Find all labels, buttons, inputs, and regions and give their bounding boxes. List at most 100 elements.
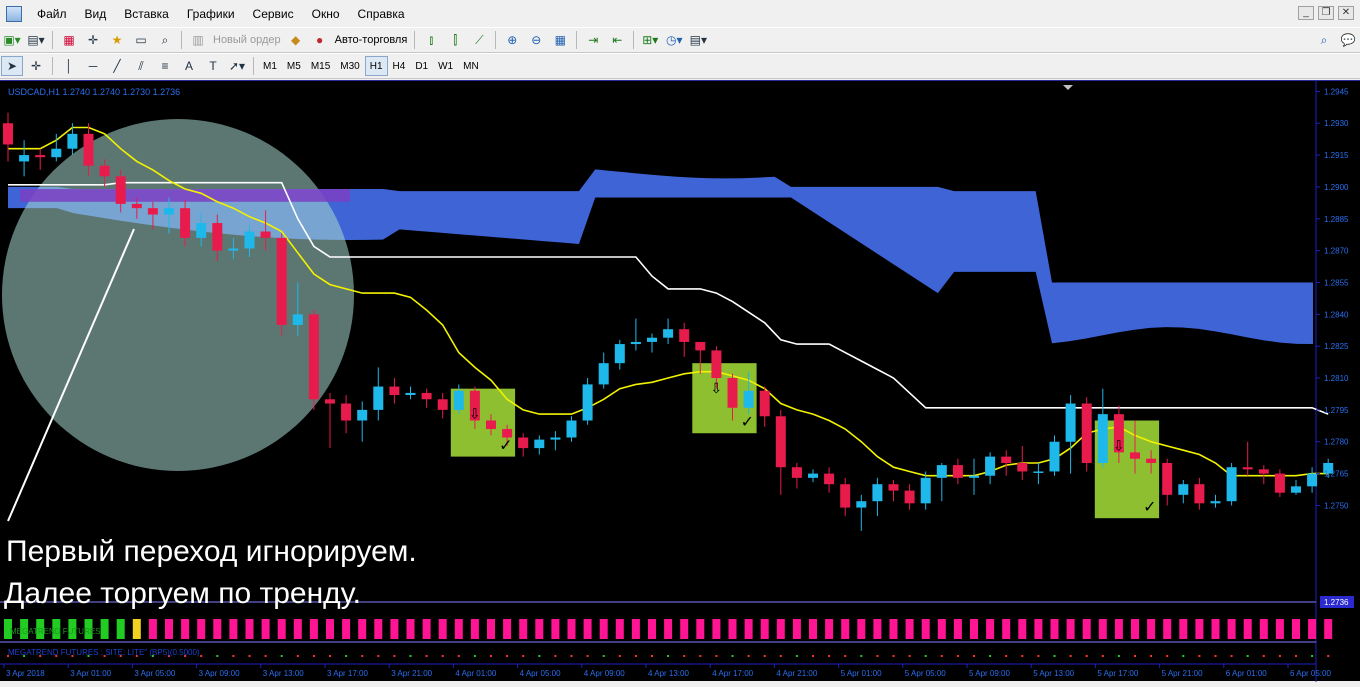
indicator-bar [857, 619, 866, 639]
indicator-dot [522, 655, 525, 657]
candle-body [1017, 462, 1028, 472]
trendline-icon[interactable]: ╱ [106, 56, 128, 76]
time-tick-label: 3 Apr 21:00 [391, 669, 432, 678]
profiles-icon[interactable]: ▤▾ [25, 30, 47, 50]
chart-window[interactable]: ⇩ ✓ ⇩ ✓ ⇩ ✓ 1.2945 1.2930 1.2915 1.2900 1.2885 1.2… [0, 80, 1360, 682]
menu-view[interactable]: Вид [76, 0, 116, 28]
candle-body [663, 329, 674, 338]
time-tick-label: 5 Apr 05:00 [905, 669, 946, 678]
close-icon[interactable]: ✕ [1338, 6, 1354, 20]
candlestick-chart-icon[interactable]: ⫿ [444, 30, 466, 50]
indicator-bar [438, 619, 447, 639]
indicator-bar [1275, 619, 1284, 639]
chart-shift-icon[interactable]: ⇤ [606, 30, 628, 50]
metaeditor-icon[interactable]: ◆ [285, 30, 307, 50]
candle-body [228, 248, 239, 251]
menu-charts[interactable]: Графики [178, 0, 244, 28]
indicator-bar [970, 619, 978, 639]
equidistant-channel-icon[interactable]: ⫽ [130, 56, 152, 76]
market-watch-icon[interactable]: ▦ [58, 30, 80, 50]
time-tick-label: 4 Apr 21:00 [776, 669, 817, 678]
app-icon[interactable] [6, 6, 22, 22]
timeframe-m5[interactable]: M5 [282, 56, 306, 76]
cursor-icon[interactable]: ➤ [1, 56, 23, 76]
timeframe-h1[interactable]: H1 [364, 56, 388, 76]
restore-icon[interactable]: ❐ [1318, 6, 1334, 20]
new-order-button[interactable]: Новый ордер [210, 34, 284, 46]
auto-trading-icon[interactable]: ● [309, 30, 331, 50]
navigator-icon[interactable]: ★ [106, 30, 128, 50]
new-chart-icon[interactable]: ▣▾ [1, 30, 23, 50]
timeframe-d1[interactable]: D1 [410, 56, 433, 76]
indicator-dot [618, 655, 621, 657]
indicator-dot [1214, 655, 1217, 657]
zoom-in-icon[interactable]: ⊕ [501, 30, 523, 50]
indicator-bar [358, 619, 367, 639]
annotation-line-2: Далее торгуем по тренду. [4, 577, 361, 610]
horizontal-line-icon[interactable]: ─ [82, 56, 104, 76]
minimize-icon[interactable]: _ [1298, 6, 1314, 20]
auto-trading-button[interactable]: Авто-торговля [332, 34, 411, 46]
text-label-icon[interactable]: T [202, 56, 224, 76]
candle-body [1226, 467, 1237, 502]
vertical-line-icon[interactable]: │ [58, 56, 80, 76]
new-order-icon[interactable]: ▥ [187, 30, 209, 50]
candle-body [952, 465, 963, 478]
indicator-bar [454, 619, 463, 639]
separator [52, 31, 53, 49]
indicator-bar [551, 619, 560, 639]
menu-window[interactable]: Окно [303, 0, 349, 28]
indicator-bar [905, 619, 914, 639]
time-tick-label: 5 Apr 13:00 [1033, 669, 1074, 678]
price-chart[interactable]: ⇩ ✓ ⇩ ✓ ⇩ ✓ 1.2945 1.2930 1.2915 1.2900 1.2885 1.2… [0, 81, 1360, 682]
indicators-icon[interactable]: ⊞▾ [639, 30, 661, 50]
search-icon[interactable]: ⌕ [1313, 30, 1335, 50]
sell-arrow-icon: ⇩ [1113, 438, 1125, 454]
menu-insert[interactable]: Вставка [115, 0, 178, 28]
data-window-icon[interactable]: ✛ [82, 30, 104, 50]
fibonacci-icon[interactable]: ≡ [154, 56, 176, 76]
timeframe-h4[interactable]: H4 [388, 56, 411, 76]
arrows-icon[interactable]: ➚▾ [226, 56, 248, 76]
candle-body [1242, 467, 1253, 470]
templates-icon[interactable]: ▤▾ [687, 30, 709, 50]
tile-windows-icon[interactable]: ▦ [549, 30, 571, 50]
indicator-bar [873, 619, 882, 639]
text-icon[interactable]: A [178, 56, 200, 76]
separator [253, 57, 254, 75]
bar-chart-icon[interactable]: ⫾ [420, 30, 442, 50]
checkmark-icon: ✓ [499, 438, 512, 455]
indicator-bar [1163, 619, 1172, 639]
crosshair-icon[interactable]: ✛ [25, 56, 47, 76]
indicator-bar [261, 619, 270, 639]
strategy-tester-icon[interactable]: ⌕ [154, 30, 176, 50]
auto-scroll-icon[interactable]: ⇥ [582, 30, 604, 50]
timeframe-m15[interactable]: M15 [306, 56, 335, 76]
zoom-out-icon[interactable]: ⊖ [525, 30, 547, 50]
time-tick-label: 3 Apr 05:00 [134, 669, 175, 678]
periods-icon[interactable]: ◷▾ [663, 30, 685, 50]
terminal-icon[interactable]: ▭ [130, 30, 152, 50]
timeframe-m30[interactable]: M30 [335, 56, 364, 76]
chart-info-label: USDCAD,H1 1.2740 1.2740 1.2730 1.2736 [8, 87, 180, 97]
menu-file[interactable]: Файл [28, 0, 76, 28]
indicator-bar [841, 619, 850, 639]
indicator-bar [889, 619, 898, 639]
indicator-bar [116, 619, 125, 639]
price-tick-label: 1.2795 [1324, 406, 1349, 415]
indicator-dot [795, 655, 798, 657]
candle-body [1065, 403, 1076, 442]
indicator-dot [264, 655, 267, 657]
chat-icon[interactable]: 💬 [1337, 30, 1359, 50]
menu-help[interactable]: Справка [349, 0, 414, 28]
indicator-dot [1021, 655, 1024, 657]
menu-tools[interactable]: Сервис [244, 0, 303, 28]
timeframe-mn[interactable]: MN [458, 56, 484, 76]
indicator-dot [1166, 655, 1169, 657]
timeframe-w1[interactable]: W1 [433, 56, 458, 76]
timeframe-m1[interactable]: M1 [258, 56, 282, 76]
candle-body [3, 123, 13, 145]
candle-body [775, 416, 786, 468]
line-chart-icon[interactable]: ⟋ [468, 30, 490, 50]
current-price-tag: 1.2736 [1324, 598, 1349, 607]
